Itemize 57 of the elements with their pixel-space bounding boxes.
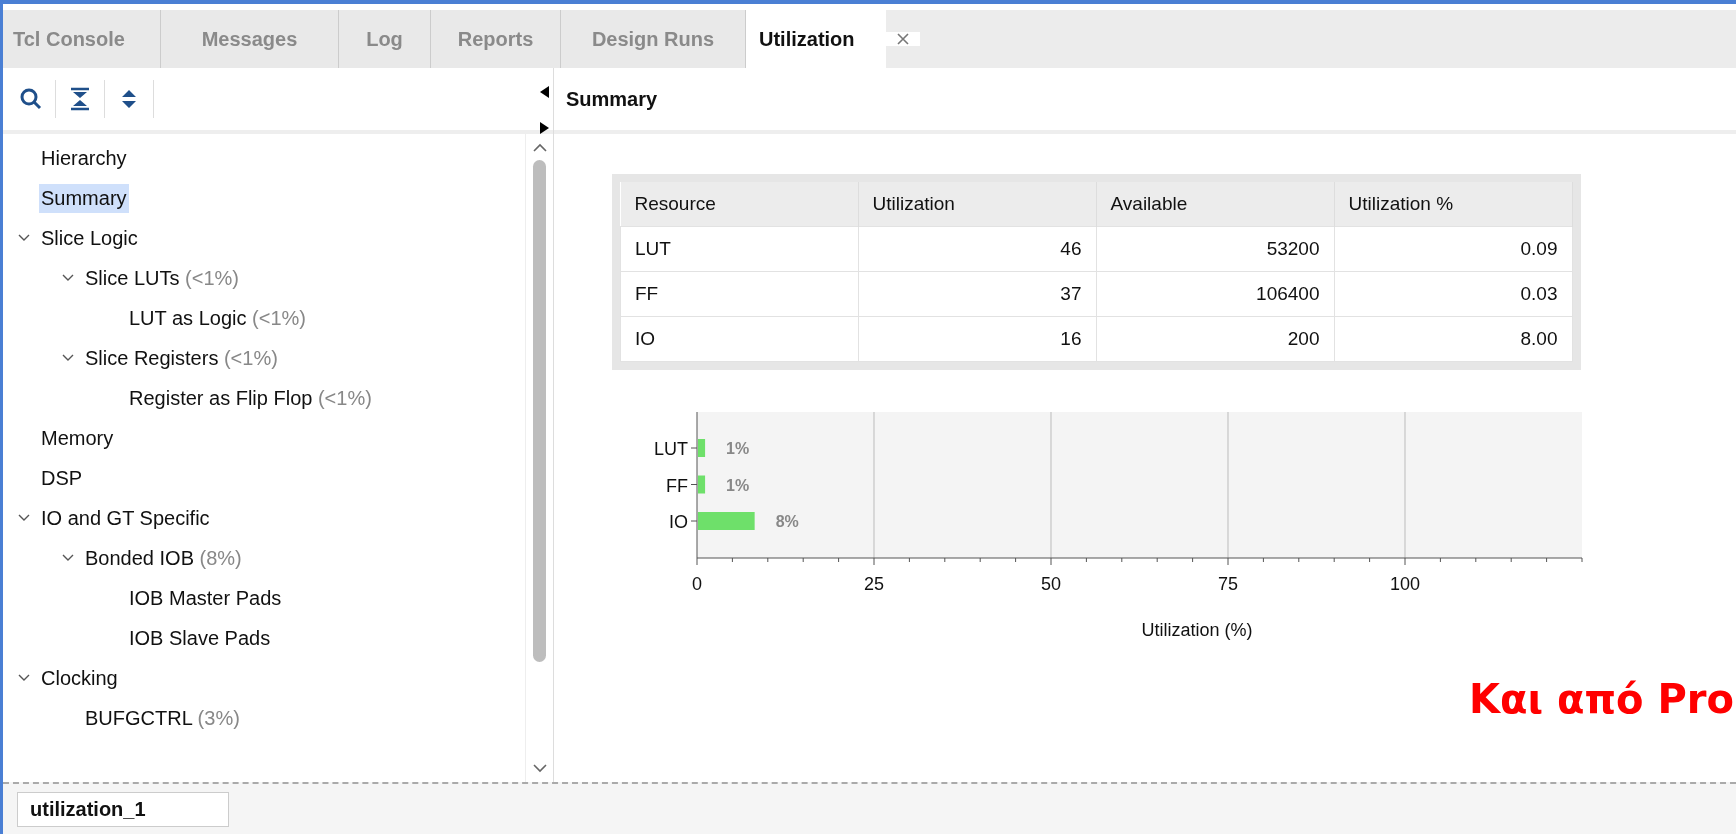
tab[interactable]: Utilization — [746, 10, 886, 68]
table-cell: 46 — [858, 226, 1096, 272]
tree-item[interactable]: IOB Slave Pads — [127, 623, 273, 653]
table-cell: 0.03 — [1334, 271, 1572, 317]
tree-item[interactable]: Hierarchy — [39, 143, 129, 173]
tick-label: 0 — [692, 574, 702, 594]
scroll-up-icon[interactable] — [531, 142, 548, 154]
search-icon[interactable] — [19, 87, 43, 111]
tree-item[interactable]: LUT as Logic (<1%) — [127, 303, 308, 333]
tree-item[interactable]: BUFGCTRL (3%) — [83, 703, 242, 733]
tree-item[interactable]: Register as Flip Flop (<1%) — [127, 383, 374, 413]
value-label: 8% — [775, 513, 799, 530]
tree-item[interactable]: Slice LUTs (<1%) — [83, 263, 241, 293]
category-label: LUT — [654, 439, 688, 459]
axis-title: Utilization (%) — [1141, 620, 1253, 640]
chart-bar — [698, 439, 706, 457]
scroll-down-icon[interactable] — [531, 762, 548, 774]
table-cell: 16 — [858, 316, 1096, 362]
table-cell: 37 — [858, 271, 1096, 317]
value-label: 1% — [726, 440, 750, 457]
column-header: Utilization — [858, 182, 1096, 227]
value-label: 1% — [726, 476, 750, 494]
chart-bar — [698, 512, 755, 530]
tick-label: 75 — [1218, 574, 1238, 594]
category-label: FF — [666, 475, 688, 496]
tree-item[interactable]: IO and GT Specific — [39, 503, 212, 533]
tree-item[interactable]: Slice Registers (<1%) — [83, 343, 280, 373]
tree-item[interactable]: IOB Master Pads — [127, 583, 284, 613]
table-cell: 8.00 — [1334, 316, 1572, 362]
tick-label: 50 — [1041, 574, 1061, 594]
tree-item[interactable]: Summary — [39, 183, 129, 213]
column-header: Available — [1096, 182, 1334, 227]
tree-item[interactable]: Memory — [39, 423, 116, 453]
table-cell: LUT — [620, 226, 858, 272]
table-cell: 53200 — [1096, 226, 1334, 272]
tick-label: 25 — [864, 574, 884, 594]
collapse-arrow-icon[interactable] — [540, 86, 549, 98]
table-cell: 0.09 — [1334, 226, 1572, 272]
run-name-field: utilization_1 — [17, 791, 229, 827]
column-header: Utilization % — [1334, 182, 1572, 227]
collapse-all-icon[interactable] — [68, 87, 92, 111]
panel-title: Summary — [565, 87, 658, 111]
tree-item[interactable]: Bonded IOB (8%) — [83, 543, 244, 573]
expand-arrow-icon[interactable] — [540, 122, 549, 134]
table-cell: IO — [620, 316, 858, 362]
annotation-text: Και από Pro — [1468, 676, 1734, 722]
table-cell: 200 — [1096, 316, 1334, 362]
category-label: IO — [669, 512, 688, 532]
close-icon[interactable] — [886, 32, 920, 46]
table-cell: FF — [620, 271, 858, 317]
tree-item[interactable]: Slice Logic — [39, 223, 140, 253]
tree-item[interactable]: Clocking — [39, 663, 120, 693]
chart-bar — [698, 475, 706, 494]
column-header: Resource — [620, 182, 858, 227]
tick-label: 100 — [1390, 574, 1420, 594]
tree-item[interactable]: DSP — [39, 463, 85, 493]
table-cell: 106400 — [1096, 271, 1334, 317]
